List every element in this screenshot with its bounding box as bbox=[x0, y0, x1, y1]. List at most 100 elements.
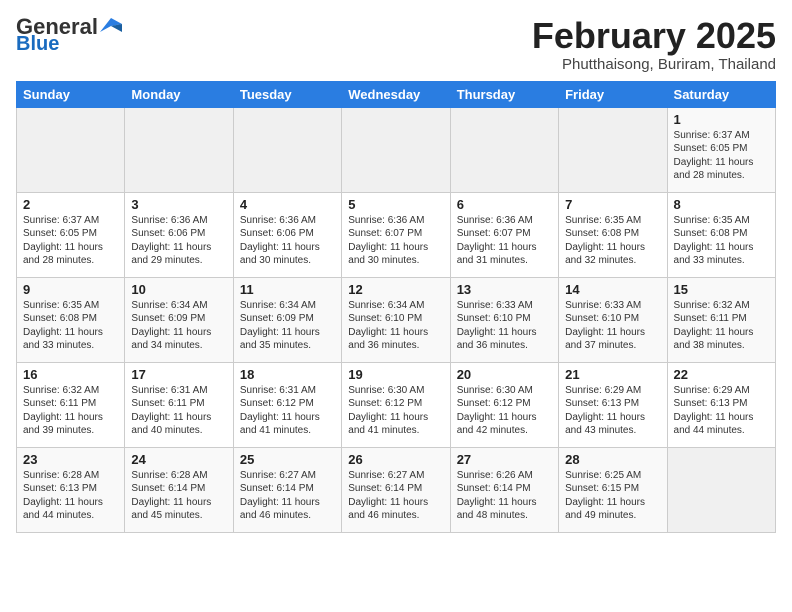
calendar-cell: 17 Sunrise: 6:31 AM Sunset: 6:11 PM Dayli… bbox=[125, 362, 233, 447]
day-number: 3 bbox=[131, 197, 226, 212]
day-number: 1 bbox=[674, 112, 769, 127]
day-number: 19 bbox=[348, 367, 443, 382]
calendar-cell: 22 Sunrise: 6:29 AM Sunset: 6:13 PM Dayli… bbox=[667, 362, 775, 447]
calendar-cell: 4 Sunrise: 6:36 AM Sunset: 6:06 PM Daylig… bbox=[233, 192, 341, 277]
day-number: 11 bbox=[240, 282, 335, 297]
day-info: Sunrise: 6:36 AM Sunset: 6:07 PM Dayligh… bbox=[348, 214, 443, 268]
calendar-cell: 2 Sunrise: 6:37 AM Sunset: 6:05 PM Daylig… bbox=[17, 192, 125, 277]
calendar-cell: 13 Sunrise: 6:33 AM Sunset: 6:10 PM Dayli… bbox=[450, 277, 558, 362]
day-info: Sunrise: 6:29 AM Sunset: 6:13 PM Dayligh… bbox=[565, 384, 660, 438]
day-number: 27 bbox=[457, 452, 552, 467]
calendar-cell bbox=[233, 107, 341, 192]
day-number: 22 bbox=[674, 367, 769, 382]
weekday-header-wednesday: Wednesday bbox=[342, 81, 450, 107]
calendar-cell: 25 Sunrise: 6:27 AM Sunset: 6:14 PM Dayli… bbox=[233, 447, 341, 532]
calendar-week-row: 16Sunrise: 6:32 AM Sunset: 6:11 PM Dayli… bbox=[17, 362, 776, 447]
day-info: Sunrise: 6:30 AM Sunset: 6:12 PM Dayligh… bbox=[348, 384, 443, 438]
calendar-cell: 8 Sunrise: 6:35 AM Sunset: 6:08 PM Daylig… bbox=[667, 192, 775, 277]
day-info: Sunrise: 6:34 AM Sunset: 6:09 PM Dayligh… bbox=[240, 299, 335, 353]
calendar-cell: 15 Sunrise: 6:32 AM Sunset: 6:11 PM Dayli… bbox=[667, 277, 775, 362]
day-number: 25 bbox=[240, 452, 335, 467]
weekday-header-row: SundayMondayTuesdayWednesdayThursdayFrid… bbox=[17, 81, 776, 107]
day-info: Sunrise: 6:35 AM Sunset: 6:08 PM Dayligh… bbox=[565, 214, 660, 268]
day-info: Sunrise: 6:27 AM Sunset: 6:14 PM Dayligh… bbox=[240, 469, 335, 523]
calendar-cell bbox=[17, 107, 125, 192]
day-number: 10 bbox=[131, 282, 226, 297]
weekday-header-saturday: Saturday bbox=[667, 81, 775, 107]
calendar-cell: 24 Sunrise: 6:28 AM Sunset: 6:14 PM Dayli… bbox=[125, 447, 233, 532]
day-info: Sunrise: 6:36 AM Sunset: 6:07 PM Dayligh… bbox=[457, 214, 552, 268]
day-number: 5 bbox=[348, 197, 443, 212]
calendar-week-row: 23 Sunrise: 6:28 AM Sunset: 6:13 PM Dayli… bbox=[17, 447, 776, 532]
calendar-cell: 9Sunrise: 6:35 AM Sunset: 6:08 PM Daylig… bbox=[17, 277, 125, 362]
calendar-cell: 20 Sunrise: 6:30 AM Sunset: 6:12 PM Dayli… bbox=[450, 362, 558, 447]
page-header: General Blue February 2025 Phutthaisong,… bbox=[16, 16, 776, 73]
calendar-cell: 12Sunrise: 6:34 AM Sunset: 6:10 PM Dayli… bbox=[342, 277, 450, 362]
calendar-week-row: 1 Sunrise: 6:37 AM Sunset: 6:05 PM Daylig… bbox=[17, 107, 776, 192]
day-number: 8 bbox=[674, 197, 769, 212]
day-info: Sunrise: 6:28 AM Sunset: 6:14 PM Dayligh… bbox=[131, 469, 226, 523]
calendar-cell: 10 Sunrise: 6:34 AM Sunset: 6:09 PM Dayli… bbox=[125, 277, 233, 362]
day-info: Sunrise: 6:33 AM Sunset: 6:10 PM Dayligh… bbox=[565, 299, 660, 353]
calendar-week-row: 2 Sunrise: 6:37 AM Sunset: 6:05 PM Daylig… bbox=[17, 192, 776, 277]
calendar-table: SundayMondayTuesdayWednesdayThursdayFrid… bbox=[16, 81, 776, 533]
logo: General Blue bbox=[16, 16, 122, 54]
calendar-cell: 14 Sunrise: 6:33 AM Sunset: 6:10 PM Dayli… bbox=[559, 277, 667, 362]
day-number: 16 bbox=[23, 367, 118, 382]
day-number: 15 bbox=[674, 282, 769, 297]
day-number: 13 bbox=[457, 282, 552, 297]
calendar-cell: 3 Sunrise: 6:36 AM Sunset: 6:06 PM Daylig… bbox=[125, 192, 233, 277]
day-number: 17 bbox=[131, 367, 226, 382]
calendar-cell: 21Sunrise: 6:29 AM Sunset: 6:13 PM Dayli… bbox=[559, 362, 667, 447]
day-info: Sunrise: 6:34 AM Sunset: 6:09 PM Dayligh… bbox=[131, 299, 226, 353]
title-area: February 2025 Phutthaisong, Buriram, Tha… bbox=[532, 16, 776, 73]
day-number: 2 bbox=[23, 197, 118, 212]
calendar-week-row: 9Sunrise: 6:35 AM Sunset: 6:08 PM Daylig… bbox=[17, 277, 776, 362]
day-number: 12 bbox=[348, 282, 443, 297]
month-title: February 2025 bbox=[532, 16, 776, 56]
day-info: Sunrise: 6:31 AM Sunset: 6:12 PM Dayligh… bbox=[240, 384, 335, 438]
day-info: Sunrise: 6:29 AM Sunset: 6:13 PM Dayligh… bbox=[674, 384, 769, 438]
weekday-header-friday: Friday bbox=[559, 81, 667, 107]
calendar-cell: 5 Sunrise: 6:36 AM Sunset: 6:07 PM Daylig… bbox=[342, 192, 450, 277]
logo-bird-icon bbox=[100, 18, 122, 32]
calendar-cell: 19 Sunrise: 6:30 AM Sunset: 6:12 PM Dayli… bbox=[342, 362, 450, 447]
day-number: 20 bbox=[457, 367, 552, 382]
weekday-header-tuesday: Tuesday bbox=[233, 81, 341, 107]
day-number: 6 bbox=[457, 197, 552, 212]
day-info: Sunrise: 6:30 AM Sunset: 6:12 PM Dayligh… bbox=[457, 384, 552, 438]
calendar-cell bbox=[342, 107, 450, 192]
day-info: Sunrise: 6:37 AM Sunset: 6:05 PM Dayligh… bbox=[674, 129, 769, 183]
day-info: Sunrise: 6:25 AM Sunset: 6:15 PM Dayligh… bbox=[565, 469, 660, 523]
day-info: Sunrise: 6:36 AM Sunset: 6:06 PM Dayligh… bbox=[240, 214, 335, 268]
weekday-header-monday: Monday bbox=[125, 81, 233, 107]
day-info: Sunrise: 6:27 AM Sunset: 6:14 PM Dayligh… bbox=[348, 469, 443, 523]
day-number: 26 bbox=[348, 452, 443, 467]
day-info: Sunrise: 6:35 AM Sunset: 6:08 PM Dayligh… bbox=[23, 299, 118, 353]
day-number: 4 bbox=[240, 197, 335, 212]
calendar-cell bbox=[667, 447, 775, 532]
calendar-cell bbox=[450, 107, 558, 192]
calendar-cell: 6 Sunrise: 6:36 AM Sunset: 6:07 PM Daylig… bbox=[450, 192, 558, 277]
calendar-cell: 28Sunrise: 6:25 AM Sunset: 6:15 PM Dayli… bbox=[559, 447, 667, 532]
day-info: Sunrise: 6:37 AM Sunset: 6:05 PM Dayligh… bbox=[23, 214, 118, 268]
day-number: 7 bbox=[565, 197, 660, 212]
day-number: 14 bbox=[565, 282, 660, 297]
calendar-cell bbox=[125, 107, 233, 192]
day-info: Sunrise: 6:32 AM Sunset: 6:11 PM Dayligh… bbox=[674, 299, 769, 353]
day-info: Sunrise: 6:28 AM Sunset: 6:13 PM Dayligh… bbox=[23, 469, 118, 523]
calendar-cell: 7 Sunrise: 6:35 AM Sunset: 6:08 PM Daylig… bbox=[559, 192, 667, 277]
day-info: Sunrise: 6:33 AM Sunset: 6:10 PM Dayligh… bbox=[457, 299, 552, 353]
calendar-cell: 16Sunrise: 6:32 AM Sunset: 6:11 PM Dayli… bbox=[17, 362, 125, 447]
location-title: Phutthaisong, Buriram, Thailand bbox=[532, 56, 776, 73]
day-info: Sunrise: 6:31 AM Sunset: 6:11 PM Dayligh… bbox=[131, 384, 226, 438]
calendar-cell: 27Sunrise: 6:26 AM Sunset: 6:14 PM Dayli… bbox=[450, 447, 558, 532]
calendar-cell: 11 Sunrise: 6:34 AM Sunset: 6:09 PM Dayli… bbox=[233, 277, 341, 362]
calendar-cell: 18Sunrise: 6:31 AM Sunset: 6:12 PM Dayli… bbox=[233, 362, 341, 447]
calendar-cell bbox=[559, 107, 667, 192]
day-info: Sunrise: 6:35 AM Sunset: 6:08 PM Dayligh… bbox=[674, 214, 769, 268]
calendar-cell: 23 Sunrise: 6:28 AM Sunset: 6:13 PM Dayli… bbox=[17, 447, 125, 532]
day-number: 23 bbox=[23, 452, 118, 467]
day-info: Sunrise: 6:36 AM Sunset: 6:06 PM Dayligh… bbox=[131, 214, 226, 268]
day-number: 24 bbox=[131, 452, 226, 467]
